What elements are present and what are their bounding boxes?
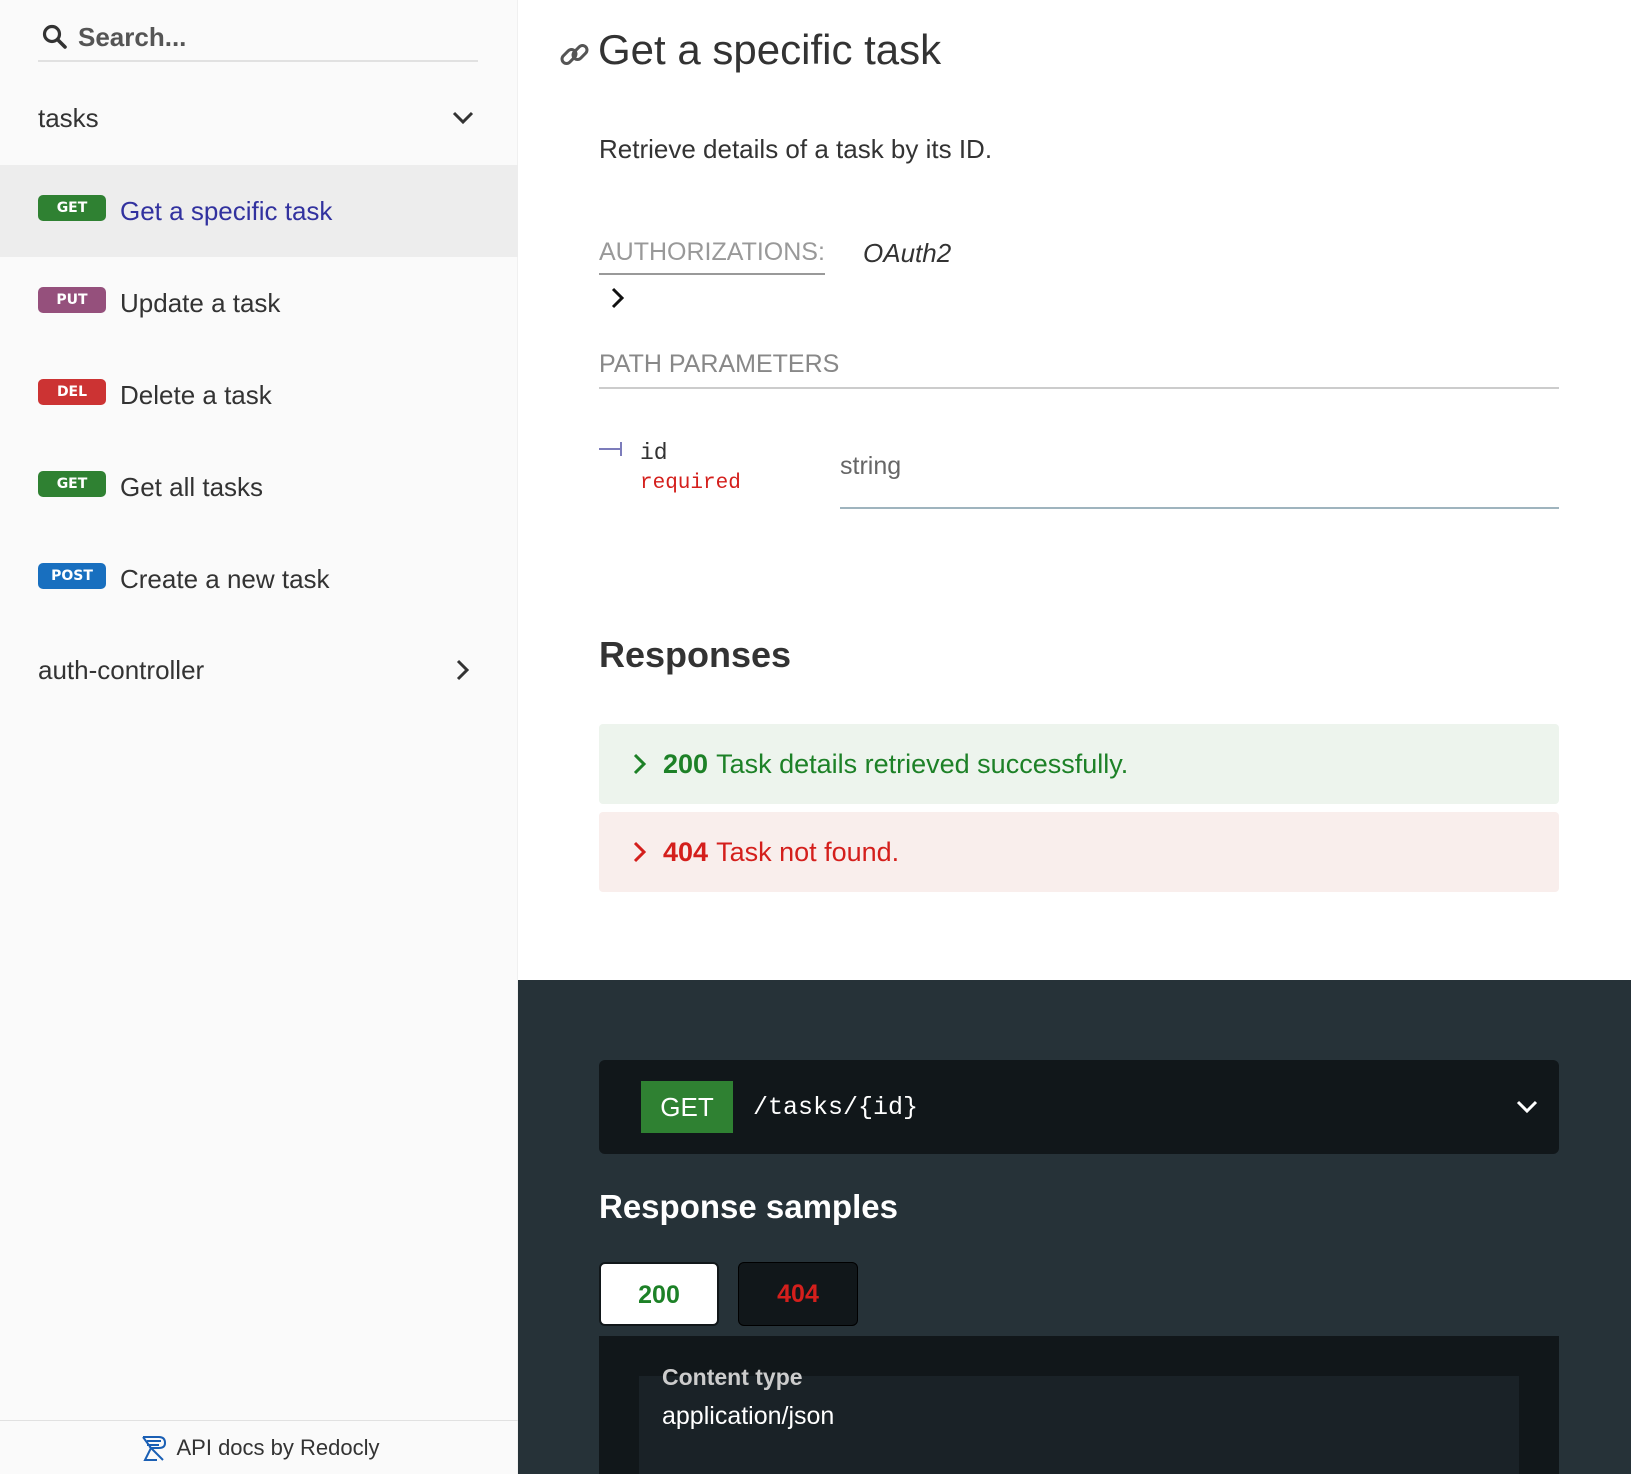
param-type: string bbox=[840, 452, 1559, 509]
response-text: Task details retrieved successfully. bbox=[716, 748, 1129, 779]
group-tasks-label: tasks bbox=[38, 102, 99, 133]
chevron-right-icon bbox=[448, 655, 478, 685]
response-code: 404 bbox=[663, 836, 709, 867]
sidebar-item-label: Delete a task bbox=[120, 379, 272, 410]
link-icon[interactable] bbox=[558, 38, 592, 72]
search-box bbox=[38, 14, 478, 62]
group-tasks[interactable]: tasks bbox=[38, 98, 478, 138]
footer-text: API docs by Redocly bbox=[176, 1434, 380, 1460]
method-badge: GET bbox=[38, 471, 106, 497]
response-200-button[interactable]: 200 Task details retrieved successfully. bbox=[599, 724, 1559, 804]
operation-header: Get a specific task bbox=[558, 26, 941, 74]
sidebar-item-create-task[interactable]: POST Create a new task bbox=[0, 533, 518, 625]
sidebar-item-label: Get a specific task bbox=[120, 195, 333, 226]
chevron-right-icon[interactable] bbox=[604, 284, 632, 312]
sidebar-item-label: Create a new task bbox=[120, 563, 330, 594]
chevron-right-icon bbox=[633, 841, 647, 863]
group-auth-controller-label: auth-controller bbox=[38, 654, 205, 685]
content-type-label: Content type bbox=[662, 1364, 803, 1390]
endpoint-method-badge: GET bbox=[641, 1081, 733, 1133]
redocly-logo-icon bbox=[141, 1435, 166, 1461]
response-samples-heading: Response samples bbox=[599, 1188, 898, 1225]
method-badge: GET bbox=[38, 195, 106, 221]
right-panel: GET /tasks/{id} Response samples 200 404… bbox=[518, 980, 1631, 1474]
param-name: id bbox=[640, 440, 668, 466]
authorizations-value: OAuth2 bbox=[863, 238, 952, 268]
sidebar-item-label: Get all tasks bbox=[120, 471, 264, 502]
responses-heading: Responses bbox=[599, 634, 792, 675]
param-branch-icon bbox=[599, 442, 622, 456]
endpoint-path: /tasks/{id} bbox=[753, 1092, 919, 1122]
sidebar-item-label: Update a task bbox=[120, 287, 281, 318]
sidebar-item-delete-task[interactable]: DEL Delete a task bbox=[0, 349, 518, 441]
response-text: Task not found. bbox=[716, 836, 900, 867]
response-404-button[interactable]: 404 Task not found. bbox=[599, 812, 1559, 892]
chevron-right-icon bbox=[633, 753, 647, 775]
chevron-down-icon bbox=[1516, 1100, 1538, 1114]
redocly-footer-link[interactable]: API docs by Redocly bbox=[0, 1420, 518, 1474]
method-badge: POST bbox=[38, 563, 106, 589]
sidebar-item-update-task[interactable]: PUT Update a task bbox=[0, 257, 518, 349]
sidebar-item-get-all-tasks[interactable]: GET Get all tasks bbox=[0, 441, 518, 533]
sidebar-item-get-specific-task[interactable]: GET Get a specific task bbox=[0, 165, 518, 257]
group-auth-controller[interactable]: auth-controller bbox=[38, 650, 478, 690]
operation-description: Retrieve details of a task by its ID. bbox=[599, 134, 993, 164]
authorizations-label: AUTHORIZATIONS: bbox=[599, 238, 825, 275]
chevron-down-icon bbox=[448, 103, 478, 133]
sample-tab-200[interactable]: 200 bbox=[599, 1262, 719, 1326]
search-icon bbox=[38, 20, 72, 54]
sidebar: tasks GET Get a specific task PUT Update… bbox=[0, 0, 518, 1474]
endpoint-selector[interactable]: GET /tasks/{id} bbox=[599, 1060, 1559, 1154]
param-required: required bbox=[640, 472, 741, 495]
method-badge: DEL bbox=[38, 379, 106, 405]
method-badge: PUT bbox=[38, 287, 106, 313]
sample-tab-404[interactable]: 404 bbox=[738, 1262, 858, 1326]
response-code: 200 bbox=[663, 748, 709, 779]
main-content: Get a specific task Retrieve details of … bbox=[518, 0, 1631, 980]
response-sample-box: Content type application/json bbox=[599, 1336, 1559, 1474]
search-input[interactable] bbox=[78, 21, 458, 53]
page-title: Get a specific task bbox=[598, 26, 942, 73]
content-type-value: application/json bbox=[662, 1402, 835, 1430]
path-parameters-heading: PATH PARAMETERS bbox=[599, 350, 1559, 389]
